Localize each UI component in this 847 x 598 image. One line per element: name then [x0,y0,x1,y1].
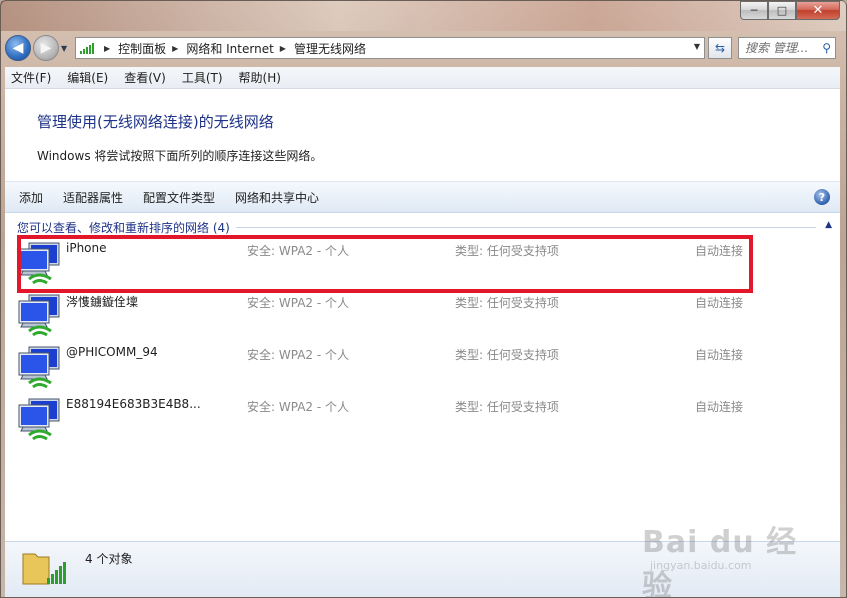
network-type: 类型: 任何受支持项 [455,400,559,414]
network-icon [80,42,94,54]
chevron-right-icon[interactable]: ▶ [104,44,110,53]
list-item[interactable]: E88194E683B3E4B8... 安全: WPA2 - 个人 类型: 任何… [13,395,803,447]
network-security: 安全: WPA2 - 个人 [247,400,349,414]
breadcrumb-network-internet[interactable]: 网络和 Internet [186,40,273,57]
baidu-jingyan-watermark: Bai du 经验 jingyan.baidu.com [642,517,802,598]
highlight-annotation-box [17,235,753,293]
watermark-url: jingyan.baidu.com [650,559,752,572]
network-name: 涔愯鐪鏇佺壈 [66,295,139,309]
group-label: 您可以查看、修改和重新排序的网络 (4) [17,220,230,235]
arrow-left-icon: ◀ [12,40,24,56]
forward-button[interactable]: ▶ [33,35,59,61]
network-type: 类型: 任何受支持项 [455,296,559,310]
network-name: E88194E683B3E4B8... [66,397,201,411]
back-button[interactable]: ◀ [5,35,31,61]
arrow-right-icon: ▶ [40,40,52,56]
search-input[interactable] [745,41,817,55]
profile-types-button[interactable]: 配置文件类型 [143,189,215,206]
menu-help[interactable]: 帮助(H) [239,69,281,86]
group-divider [235,226,816,228]
help-icon[interactable]: ? [814,189,830,205]
network-sharing-center-button[interactable]: 网络和共享中心 [235,189,319,206]
refresh-icon: ⇆ [714,41,726,55]
caption-buttons: ─ □ ✕ [740,1,840,21]
address-history-dropdown[interactable]: ▼ [694,42,700,51]
address-bar[interactable]: ▶ 控制面板 ▶ 网络和 Internet ▶ 管理无线网络 ▼ [75,37,705,59]
wireless-network-icon [18,294,60,337]
network-connect-mode: 自动连接 [695,296,744,310]
list-item[interactable]: @PHICOMM_94 安全: WPA2 - 个人 类型: 任何受支持项 自动连… [13,343,803,395]
menu-bar: 文件(F) 编辑(E) 查看(V) 工具(T) 帮助(H) [5,67,840,89]
network-connect-mode: 自动连接 [695,348,744,362]
recent-pages-dropdown[interactable]: ▼ [61,44,71,53]
refresh-button[interactable]: ⇆ [708,37,732,59]
content-pane: 管理使用(无线网络连接)的无线网络 Windows 将尝试按照下面所列的顺序连接… [5,89,840,541]
wireless-network-icon [18,398,60,441]
network-security: 安全: WPA2 - 个人 [247,348,349,362]
command-bar: 添加 适配器属性 配置文件类型 网络和共享中心 ? [5,181,840,213]
network-security: 安全: WPA2 - 个人 [247,296,349,310]
breadcrumb-manage-wireless[interactable]: 管理无线网络 [294,40,366,57]
breadcrumb-control-panel[interactable]: 控制面板 [118,40,166,57]
add-button[interactable]: 添加 [19,189,43,206]
close-button[interactable]: ✕ [796,1,840,20]
window-frame: ─ □ ✕ ◀ ▶ ▼ ▶ 控制面板 ▶ 网络和 Internet ▶ 管理无线… [0,0,847,598]
minimize-button[interactable]: ─ [740,1,768,20]
navigation-bar: ◀ ▶ ▼ ▶ 控制面板 ▶ 网络和 Internet ▶ 管理无线网络 ▼ ⇆… [5,33,840,63]
chevron-right-icon[interactable]: ▶ [172,44,178,53]
menu-tools[interactable]: 工具(T) [182,69,223,86]
wireless-signal-folder-icon [22,553,66,585]
network-connect-mode: 自动连接 [695,400,744,414]
menu-edit[interactable]: 编辑(E) [67,69,108,86]
menu-view[interactable]: 查看(V) [124,69,166,86]
search-box[interactable]: ⚲ [738,37,836,59]
page-title: 管理使用(无线网络连接)的无线网络 [37,113,274,131]
network-type: 类型: 任何受支持项 [455,348,559,362]
page-description: Windows 将尝试按照下面所列的顺序连接这些网络。 [37,149,323,163]
search-icon[interactable]: ⚲ [822,41,831,55]
network-name: @PHICOMM_94 [66,345,158,359]
wireless-network-icon [18,346,60,389]
list-item[interactable]: 涔愯鐪鏇佺壈 安全: WPA2 - 个人 类型: 任何受支持项 自动连接 [13,291,803,343]
watermark-logo-text: Bai du 经验 [642,525,798,598]
network-group-header[interactable]: 您可以查看、修改和重新排序的网络 (4) ▲ [17,219,840,235]
chevron-right-icon[interactable]: ▶ [280,44,286,53]
chevron-up-icon[interactable]: ▲ [825,220,832,230]
menu-file[interactable]: 文件(F) [11,69,51,86]
item-count: 4 个对象 [85,552,133,566]
maximize-button[interactable]: □ [768,1,796,20]
adapter-properties-button[interactable]: 适配器属性 [63,189,123,206]
